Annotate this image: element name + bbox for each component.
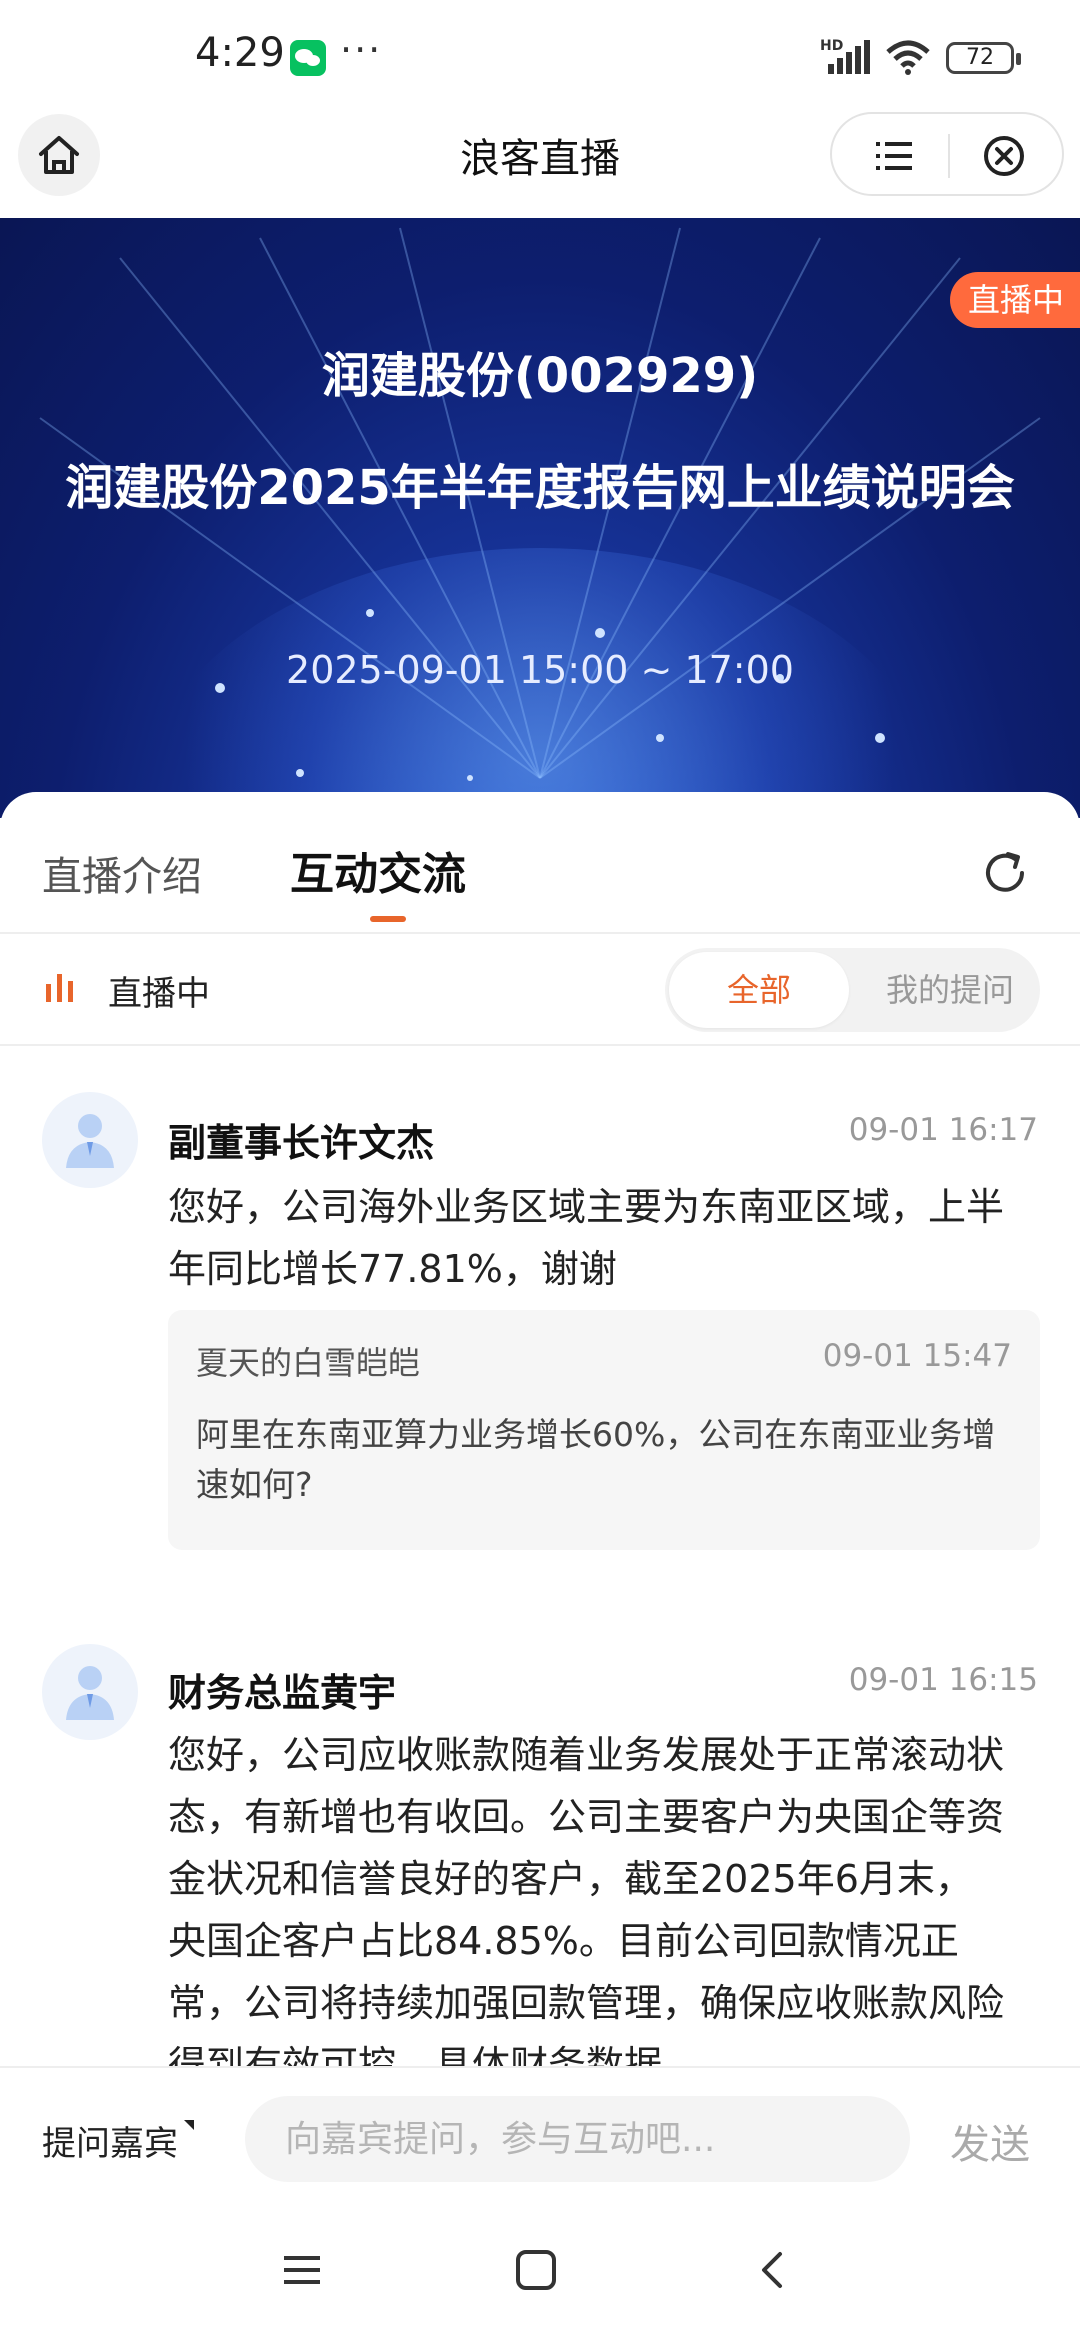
live-status-badge: 直播中 — [950, 272, 1080, 328]
banner-company: 润建股份(002929) — [321, 348, 759, 404]
battery-indicator: 72 — [946, 42, 1021, 74]
live-banner[interactable]: 润建股份(002929) 润建股份2025年半年度报告网上业绩说明会 2025-… — [0, 218, 1080, 818]
banner-datetime: 2025-09-01 15:00 ~ 17:00 — [286, 648, 794, 692]
filter-my-questions-button[interactable]: 我的提问 — [865, 948, 1035, 1032]
refresh-icon[interactable] — [980, 848, 1030, 898]
recent-apps-icon[interactable] — [280, 2248, 324, 2292]
content-panel: 直播介绍 互动交流 直播中 全部 我的提问 副董事长许文杰 09-01 16:1… — [0, 792, 1080, 2087]
question-text: 阿里在东南亚算力业务增长60%，公司在东南亚业务增速如何? — [196, 1415, 996, 1504]
signal-icon — [828, 40, 870, 74]
app-header: 浪客直播 — [0, 110, 1080, 218]
question-input-bar: 提问嘉宾 发送 — [0, 2066, 1080, 2206]
quoted-question: 夏天的白雪皑皑 09-01 15:47 阿里在东南亚算力业务增长60%，公司在东… — [168, 1310, 1040, 1550]
menu-icon[interactable] — [874, 136, 914, 176]
live-status-text: 直播中 — [108, 974, 210, 1014]
tab-intro[interactable]: 直播介绍 — [42, 844, 202, 902]
answerer-name: 财务总监黄宇 — [168, 1671, 397, 1715]
question-time: 09-01 15:47 — [822, 1338, 1012, 1374]
message-time: 09-01 16:15 — [848, 1662, 1038, 1698]
answer-text: 您好，公司海外业务区域主要为东南亚区域，上半年同比增长77.81%，谢谢 — [168, 1185, 1005, 1291]
questioner-name: 夏天的白雪皑皑 — [196, 1344, 421, 1382]
message-item: 副董事长许文杰 09-01 16:17 您好，公司海外业务区域主要为东南亚区域，… — [0, 1092, 1080, 1550]
more-notifications-icon: ··· — [340, 28, 383, 72]
system-navigation-bar — [0, 2206, 1080, 2340]
banner-title: 润建股份2025年半年度报告网上业绩说明会 — [65, 460, 1015, 516]
tab-interaction[interactable]: 互动交流 — [290, 838, 466, 902]
question-input[interactable] — [245, 2096, 910, 2182]
filter-all-button[interactable]: 全部 — [669, 952, 849, 1028]
send-button[interactable]: 发送 — [950, 2112, 1030, 2170]
home-nav-icon[interactable] — [514, 2248, 558, 2292]
live-bars-icon — [46, 974, 73, 1002]
message-time: 09-01 16:17 — [848, 1112, 1038, 1148]
avatar — [42, 1644, 138, 1740]
wechat-icon — [290, 40, 326, 76]
filter-divider — [0, 1044, 1080, 1046]
avatar — [42, 1092, 138, 1188]
dropdown-corner-icon — [184, 2120, 194, 2130]
status-bar: 4:29 ··· HD 72 — [0, 0, 1080, 110]
person-icon — [66, 1114, 114, 1168]
back-icon[interactable] — [752, 2248, 796, 2292]
question-filter: 全部 我的提问 — [665, 948, 1040, 1032]
status-time: 4:29 — [195, 30, 285, 76]
live-filter-row: 直播中 全部 我的提问 — [0, 934, 1080, 1044]
answer-text: 您好，公司应收账款随着业务发展处于正常滚动状态，有新增也有收回。公司主要客户为央… — [168, 1733, 1005, 2087]
person-icon — [66, 1666, 114, 1720]
ask-guest-label: 提问嘉宾 — [42, 2124, 178, 2164]
close-icon[interactable] — [982, 134, 1026, 178]
mini-program-capsule — [830, 112, 1064, 196]
answerer-name: 副董事长许文杰 — [168, 1121, 435, 1165]
wifi-icon — [886, 40, 930, 75]
capsule-divider — [948, 134, 950, 178]
active-tab-indicator — [370, 916, 406, 922]
message-item: 财务总监黄宇 09-01 16:15 您好，公司应收账款随着业务发展处于正常滚动… — [0, 1644, 1080, 2087]
ask-guest-selector[interactable]: 提问嘉宾 — [42, 2116, 194, 2165]
